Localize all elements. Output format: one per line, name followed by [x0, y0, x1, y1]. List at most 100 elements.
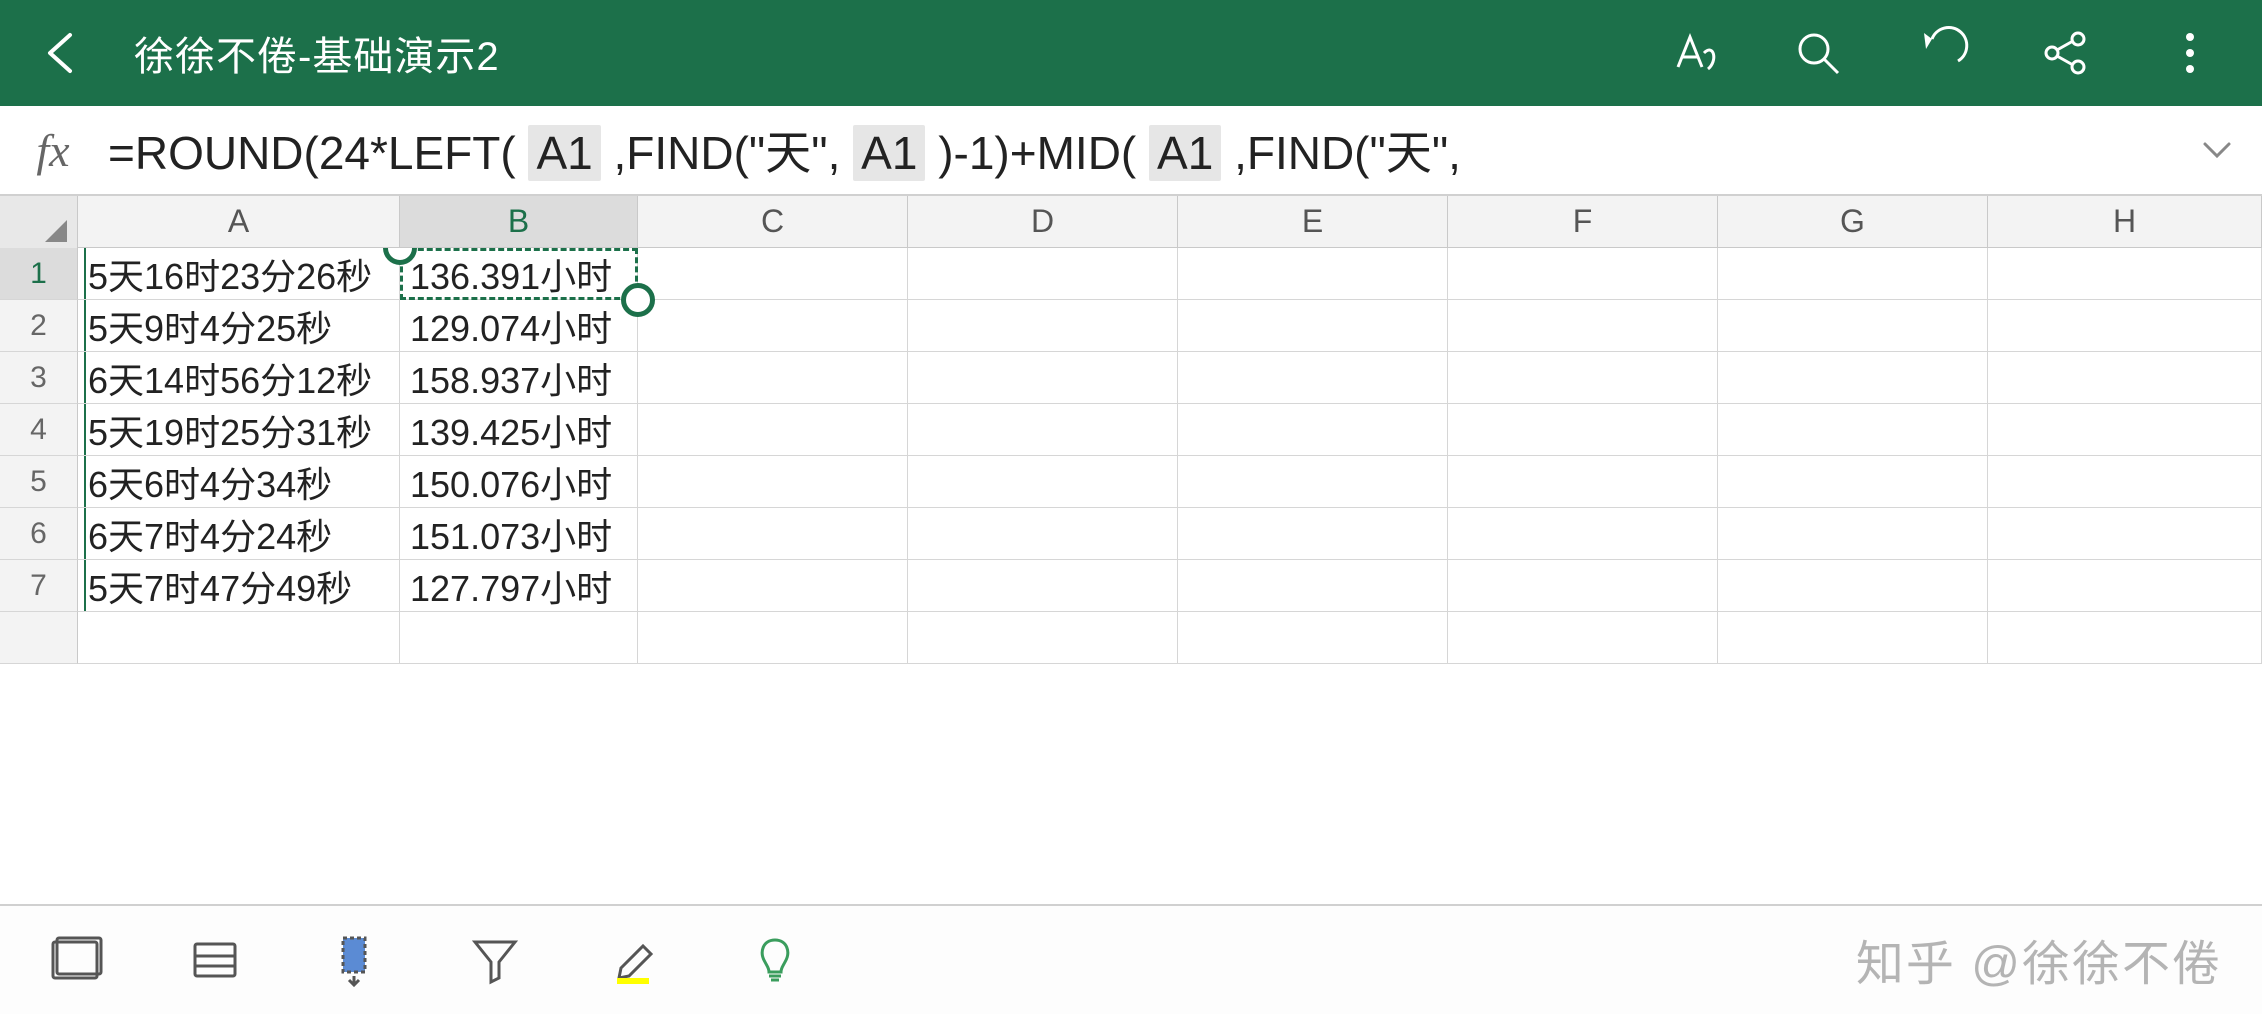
cell-C2[interactable] [638, 300, 908, 352]
cell-E7[interactable] [1178, 560, 1448, 612]
highlight-icon[interactable] [600, 925, 670, 995]
row-header-empty[interactable] [0, 612, 78, 664]
column-header-G[interactable]: G [1718, 196, 1988, 247]
cell-D2[interactable] [908, 300, 1178, 352]
cell-D3[interactable] [908, 352, 1178, 404]
cell-C7[interactable] [638, 560, 908, 612]
cell-A7[interactable]: 5天7时47分49秒 [78, 560, 400, 612]
cell-C1[interactable] [638, 248, 908, 300]
cell-D7[interactable] [908, 560, 1178, 612]
cell-G3[interactable] [1718, 352, 1988, 404]
cell-E6[interactable] [1178, 508, 1448, 560]
cell-B2[interactable]: 129.074小时 [400, 300, 638, 352]
cell-empty[interactable] [908, 612, 1178, 664]
cell-F4[interactable] [1448, 404, 1718, 456]
cell-empty[interactable] [1988, 612, 2262, 664]
cell-empty[interactable] [78, 612, 400, 664]
sheet-view-icon[interactable] [40, 925, 110, 995]
cell-B3[interactable]: 158.937小时 [400, 352, 638, 404]
share-icon[interactable] [2034, 21, 2098, 85]
row-header-1[interactable]: 1 [0, 248, 78, 300]
cell-D6[interactable] [908, 508, 1178, 560]
cell-D5[interactable] [908, 456, 1178, 508]
undo-icon[interactable] [1910, 21, 1974, 85]
cell-F6[interactable] [1448, 508, 1718, 560]
column-header-H[interactable]: H [1988, 196, 2262, 247]
cell-empty[interactable] [1718, 612, 1988, 664]
cell-F5[interactable] [1448, 456, 1718, 508]
row-header-5[interactable]: 5 [0, 456, 78, 508]
cell-A2[interactable]: 5天9时4分25秒 [78, 300, 400, 352]
table-row: 15天16时23分26秒136.391小时 [0, 248, 2262, 300]
lightbulb-icon[interactable] [740, 925, 810, 995]
filter-icon[interactable] [460, 925, 530, 995]
cell-empty[interactable] [638, 612, 908, 664]
cell-F3[interactable] [1448, 352, 1718, 404]
cell-G4[interactable] [1718, 404, 1988, 456]
cell-A1[interactable]: 5天16时23分26秒 [78, 248, 400, 300]
cell-B4[interactable]: 139.425小时 [400, 404, 638, 456]
cell-A4[interactable]: 5天19时25分31秒 [78, 404, 400, 456]
cell-empty[interactable] [1178, 612, 1448, 664]
cell-E1[interactable] [1178, 248, 1448, 300]
formula-input[interactable]: =ROUND(24*LEFT( A1 ,FIND("天", A1 )-1)+MI… [88, 117, 2192, 183]
formula-text-segment: ,FIND("天", [1221, 127, 1461, 179]
search-icon[interactable] [1786, 21, 1850, 85]
column-header-row: ABCDEFGH [0, 196, 2262, 248]
cell-H7[interactable] [1988, 560, 2262, 612]
font-style-icon[interactable] [1662, 21, 1726, 85]
fx-label[interactable]: fx [18, 124, 88, 177]
cell-empty[interactable] [400, 612, 638, 664]
row-header-4[interactable]: 4 [0, 404, 78, 456]
cell-G6[interactable] [1718, 508, 1988, 560]
cell-C6[interactable] [638, 508, 908, 560]
column-header-C[interactable]: C [638, 196, 908, 247]
cell-G1[interactable] [1718, 248, 1988, 300]
cell-H3[interactable] [1988, 352, 2262, 404]
cell-H4[interactable] [1988, 404, 2262, 456]
cell-E3[interactable] [1178, 352, 1448, 404]
cell-C5[interactable] [638, 456, 908, 508]
cell-E5[interactable] [1178, 456, 1448, 508]
cell-G5[interactable] [1718, 456, 1988, 508]
cell-B7[interactable]: 127.797小时 [400, 560, 638, 612]
cell-D4[interactable] [908, 404, 1178, 456]
column-header-F[interactable]: F [1448, 196, 1718, 247]
cell-B5[interactable]: 150.076小时 [400, 456, 638, 508]
row-header-3[interactable]: 3 [0, 352, 78, 404]
column-header-E[interactable]: E [1178, 196, 1448, 247]
cell-C4[interactable] [638, 404, 908, 456]
cell-empty[interactable] [1448, 612, 1718, 664]
row-header-7[interactable]: 7 [0, 560, 78, 612]
cell-F1[interactable] [1448, 248, 1718, 300]
column-select-icon[interactable] [320, 925, 390, 995]
cell-F7[interactable] [1448, 560, 1718, 612]
row-header-2[interactable]: 2 [0, 300, 78, 352]
cell-G2[interactable] [1718, 300, 1988, 352]
column-header-B[interactable]: B [400, 196, 638, 247]
cell-E2[interactable] [1178, 300, 1448, 352]
row-header-6[interactable]: 6 [0, 508, 78, 560]
cell-F2[interactable] [1448, 300, 1718, 352]
cell-C3[interactable] [638, 352, 908, 404]
cell-A5[interactable]: 6天6时4分34秒 [78, 456, 400, 508]
cell-H6[interactable] [1988, 508, 2262, 560]
cell-A6[interactable]: 6天7时4分24秒 [78, 508, 400, 560]
chevron-down-icon[interactable] [2192, 125, 2242, 175]
cell-A3[interactable]: 6天14时56分12秒 [78, 352, 400, 404]
cell-E4[interactable] [1178, 404, 1448, 456]
cell-G7[interactable] [1718, 560, 1988, 612]
cell-B1[interactable]: 136.391小时 [400, 248, 638, 300]
grid-body[interactable]: 15天16时23分26秒136.391小时25天9时4分25秒129.074小时… [0, 248, 2262, 904]
back-arrow-icon[interactable] [30, 21, 94, 85]
card-view-icon[interactable] [180, 925, 250, 995]
select-all-corner[interactable] [0, 196, 78, 248]
column-header-A[interactable]: A [78, 196, 400, 247]
more-vertical-icon[interactable] [2158, 21, 2222, 85]
cell-H1[interactable] [1988, 248, 2262, 300]
cell-B6[interactable]: 151.073小时 [400, 508, 638, 560]
cell-H5[interactable] [1988, 456, 2262, 508]
cell-H2[interactable] [1988, 300, 2262, 352]
column-header-D[interactable]: D [908, 196, 1178, 247]
cell-D1[interactable] [908, 248, 1178, 300]
